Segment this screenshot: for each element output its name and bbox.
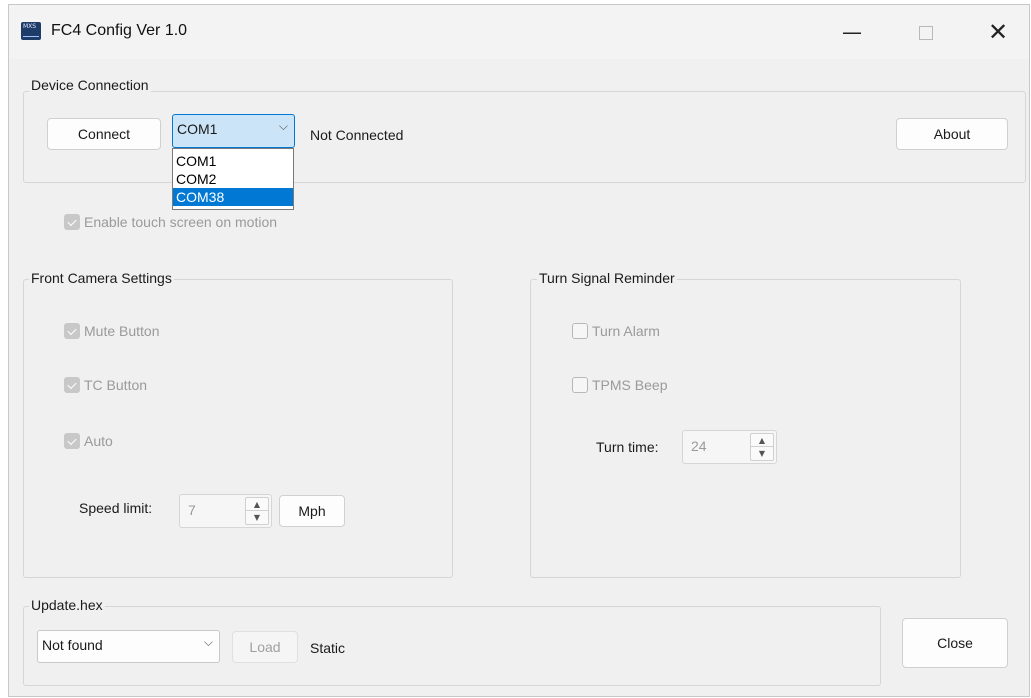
front-camera-title: Front Camera Settings bbox=[29, 270, 174, 286]
tpms-beep-label: TPMS Beep bbox=[592, 377, 668, 393]
update-hex-title: Update.hex bbox=[29, 597, 105, 613]
tc-button-checkbox[interactable]: TC Button bbox=[64, 377, 147, 393]
about-button[interactable]: About bbox=[896, 118, 1008, 150]
connect-button[interactable]: Connect bbox=[47, 118, 161, 150]
turn-time-label: Turn time: bbox=[596, 439, 659, 455]
speed-limit-value: 7 bbox=[188, 502, 196, 518]
enable-touch-label: Enable touch screen on motion bbox=[84, 214, 278, 230]
chevron-down-icon: ⌵ bbox=[203, 635, 213, 649]
auto-checkbox[interactable]: Auto bbox=[64, 433, 113, 449]
arrow-up-icon[interactable]: ▲ bbox=[751, 434, 773, 447]
app-window: MXS FC4 Config Ver 1.0 — ✕ Device Connec… bbox=[8, 4, 1030, 697]
auto-label: Auto bbox=[84, 433, 113, 449]
load-button[interactable]: Load bbox=[232, 631, 298, 663]
port-option-com38[interactable]: COM38 bbox=[173, 188, 293, 206]
app-logo-text: MXS bbox=[23, 23, 37, 30]
close-window-button[interactable]: ✕ bbox=[975, 14, 1021, 50]
minimize-button[interactable]: — bbox=[829, 14, 875, 50]
title-bar[interactable]: MXS FC4 Config Ver 1.0 — ✕ bbox=[9, 5, 1029, 59]
arrow-down-icon[interactable]: ▼ bbox=[246, 511, 268, 524]
app-logo-icon: MXS bbox=[21, 22, 41, 40]
chevron-down-icon: ⌵ bbox=[278, 119, 288, 133]
speed-limit-label: Speed limit: bbox=[79, 500, 153, 516]
mute-button-label: Mute Button bbox=[84, 323, 160, 339]
update-status: Static bbox=[310, 640, 346, 656]
checkbox-check-icon bbox=[64, 323, 80, 339]
hex-file-select[interactable]: Not found ⌵ bbox=[37, 630, 220, 663]
maximize-button[interactable] bbox=[903, 14, 949, 50]
port-select[interactable]: COM1 ⌵ bbox=[172, 114, 295, 148]
tc-button-label: TC Button bbox=[84, 377, 148, 393]
hex-file-value: Not found bbox=[42, 637, 103, 653]
mute-button-checkbox[interactable]: Mute Button bbox=[64, 323, 160, 339]
turn-signal-title: Turn Signal Reminder bbox=[537, 270, 677, 286]
speed-limit-spinbox[interactable]: 7 ▲ ▼ bbox=[179, 494, 272, 528]
checkbox-box-icon bbox=[572, 323, 588, 339]
checkbox-check-icon bbox=[64, 214, 80, 230]
checkbox-box-icon bbox=[572, 377, 588, 393]
checkbox-check-icon bbox=[64, 433, 80, 449]
turn-time-spinbox[interactable]: 24 ▲ ▼ bbox=[682, 430, 777, 464]
turn-time-value: 24 bbox=[691, 438, 707, 454]
arrow-down-icon[interactable]: ▼ bbox=[751, 447, 773, 460]
port-option-com2[interactable]: COM2 bbox=[173, 170, 293, 188]
device-connection-title: Device Connection bbox=[29, 77, 151, 93]
turn-alarm-label: Turn Alarm bbox=[592, 323, 660, 339]
enable-touch-checkbox[interactable]: Enable touch screen on motion bbox=[64, 214, 277, 230]
unit-button[interactable]: Mph bbox=[279, 495, 345, 527]
tpms-beep-checkbox[interactable]: TPMS Beep bbox=[572, 377, 667, 393]
spin-buttons[interactable]: ▲ ▼ bbox=[245, 497, 269, 525]
spin-buttons[interactable]: ▲ ▼ bbox=[750, 433, 774, 461]
checkbox-check-icon bbox=[64, 377, 80, 393]
port-option-com1[interactable]: COM1 bbox=[173, 152, 293, 170]
window-title: FC4 Config Ver 1.0 bbox=[51, 22, 188, 39]
close-button[interactable]: Close bbox=[902, 618, 1008, 668]
turn-alarm-checkbox[interactable]: Turn Alarm bbox=[572, 323, 660, 339]
port-select-value: COM1 bbox=[177, 121, 218, 137]
connection-status: Not Connected bbox=[310, 127, 404, 143]
port-dropdown-list[interactable]: COM1 COM2 COM38 bbox=[172, 148, 294, 210]
arrow-up-icon[interactable]: ▲ bbox=[246, 498, 268, 511]
maximize-icon bbox=[919, 26, 933, 40]
